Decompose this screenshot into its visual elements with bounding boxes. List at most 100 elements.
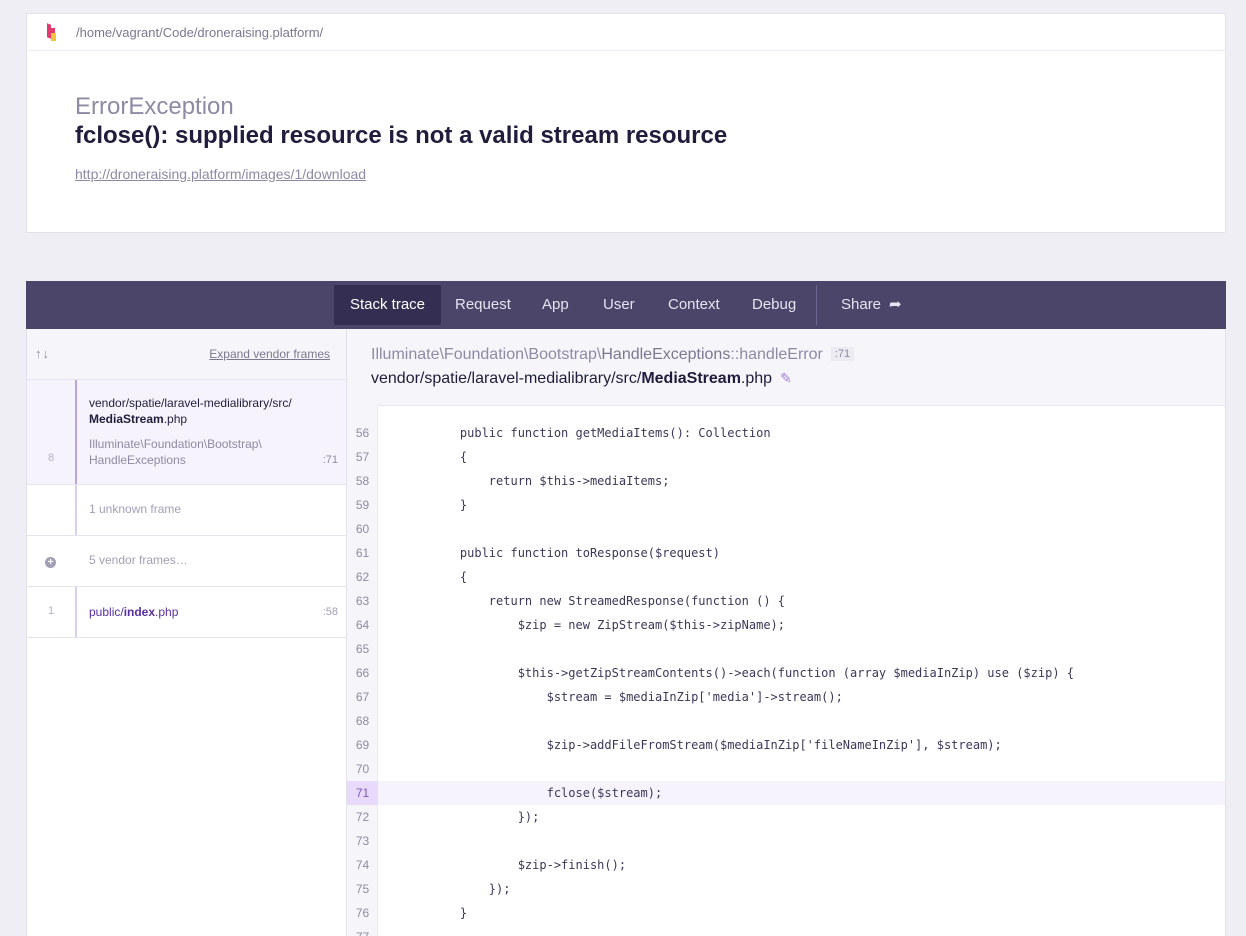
frame-file-path: public/: [89, 605, 124, 619]
detail-file-path: vendor/spatie/laravel-medialibrary/src/: [371, 370, 642, 387]
code-line-highlighted: 71 fclose($stream);: [347, 781, 1225, 805]
frame-detail-header: Illuminate\Foundation\Bootstrap\HandleEx…: [347, 329, 1225, 406]
code-text: {: [431, 450, 468, 464]
tab-bar: Stack trace Request App User Context Deb…: [26, 281, 1226, 329]
code-line: 60: [347, 517, 1225, 541]
line-number[interactable]: 68: [347, 709, 378, 733]
line-number[interactable]: 64: [347, 613, 378, 637]
tab-app[interactable]: App: [526, 285, 585, 325]
line-number[interactable]: 76: [347, 901, 378, 925]
code-line: 58 return $this->mediaItems;: [347, 469, 1225, 493]
frame-file-path: vendor/spatie/laravel-medialibrary/src/: [89, 396, 292, 410]
code-line: 63 return new StreamedResponse(function …: [347, 589, 1225, 613]
code-text: $zip->addFileFromStream($mediaInZip['fil…: [431, 738, 1002, 752]
vendor-frames-collapsed[interactable]: + 5 vendor frames…: [27, 536, 346, 587]
line-number[interactable]: 61: [347, 541, 378, 565]
code-line: 74 $zip->finish();: [347, 853, 1225, 877]
frame-class-name: HandleExceptions: [89, 453, 186, 467]
line-number[interactable]: 63: [347, 589, 378, 613]
code-text: fclose($stream);: [431, 786, 663, 800]
code-text: $stream = $mediaInZip['media']->stream()…: [431, 690, 843, 704]
stack-frame-selected[interactable]: 8 vendor/spatie/laravel-medialibrary/src…: [27, 380, 346, 485]
frame-rail: [75, 380, 77, 484]
code-line: 75 });: [347, 877, 1225, 901]
frame-file: vendor/spatie/laravel-medialibrary/src/ …: [89, 395, 292, 427]
line-number[interactable]: 66: [347, 661, 378, 685]
line-number[interactable]: 65: [347, 637, 378, 661]
code-line: 64 $zip = new ZipStream($this->zipName);: [347, 613, 1225, 637]
tab-request[interactable]: Request: [439, 285, 527, 325]
tab-stack-trace[interactable]: Stack trace: [334, 285, 442, 325]
code-text: }: [431, 906, 468, 920]
frame-line-number: :58: [322, 606, 338, 618]
frame-number: 8: [47, 452, 55, 464]
sort-arrows-icon[interactable]: ↑↓: [35, 346, 50, 361]
code-text: return new StreamedResponse(function () …: [431, 594, 786, 608]
tab-user[interactable]: User: [587, 285, 651, 325]
stack-frame-app[interactable]: 1 public/index.php :58: [27, 587, 346, 638]
code-line: 69 $zip->addFileFromStream($mediaInZip['…: [347, 733, 1225, 757]
line-number[interactable]: 77: [347, 925, 378, 936]
detail-file-ext: .php: [740, 370, 773, 387]
tab-debug[interactable]: Debug: [736, 285, 812, 325]
code-text: });: [431, 882, 511, 896]
code-line: 77: [347, 925, 1225, 936]
line-number[interactable]: 75: [347, 877, 378, 901]
frames-header: ↑↓ Expand vendor frames: [27, 329, 346, 380]
code-text: $zip = new ZipStream($this->zipName);: [431, 618, 786, 632]
code-text: public function toResponse($request): [431, 546, 720, 560]
code-text: {: [431, 570, 468, 584]
code-text: });: [431, 810, 540, 824]
line-number[interactable]: 71: [347, 781, 378, 805]
frame-file: public/index.php: [89, 605, 178, 619]
expand-vendor-frames-link[interactable]: Expand vendor frames: [209, 347, 330, 361]
code-line: 73: [347, 829, 1225, 853]
share-button[interactable]: Share ➦: [825, 285, 918, 325]
line-number[interactable]: 67: [347, 685, 378, 709]
detail-file: vendor/spatie/laravel-medialibrary/src/M…: [371, 370, 792, 388]
vendor-frames-label: 5 vendor frames…: [89, 553, 188, 567]
code-line: 61 public function toResponse($request): [347, 541, 1225, 565]
exception-class: ErrorException: [75, 93, 234, 120]
frame-rail: [75, 587, 77, 637]
frame-class: Illuminate\Foundation\Bootstrap\ HandleE…: [89, 436, 262, 468]
frame-line-number: :71: [322, 454, 338, 466]
frame-file-name: MediaStream: [89, 412, 164, 426]
detail-file-name: MediaStream: [641, 370, 741, 387]
code-line: 76 }: [347, 901, 1225, 925]
flare-logo-icon: [46, 22, 58, 42]
line-number[interactable]: 56: [347, 421, 378, 445]
line-number[interactable]: 59: [347, 493, 378, 517]
code-text: public function getMediaItems(): Collect…: [431, 426, 771, 440]
code-text: $this->getZipStreamContents()->each(func…: [431, 666, 1074, 680]
line-number[interactable]: 69: [347, 733, 378, 757]
stack-frames-panel: ↑↓ Expand vendor frames 8 vendor/spatie/…: [26, 329, 347, 936]
line-number[interactable]: 62: [347, 565, 378, 589]
line-number[interactable]: 57: [347, 445, 378, 469]
detail-class-path: Illuminate\Foundation\Bootstrap\: [371, 346, 602, 363]
exception-header: ErrorException fclose(): supplied resour…: [26, 50, 1226, 233]
line-number[interactable]: 74: [347, 853, 378, 877]
line-number[interactable]: 73: [347, 829, 378, 853]
line-number[interactable]: 60: [347, 517, 378, 541]
request-url-link[interactable]: http://droneraising.platform/images/1/do…: [75, 166, 366, 182]
frame-file-ext: .php: [155, 605, 179, 619]
frame-file-name: index: [123, 605, 156, 619]
code-line: 67 $stream = $mediaInZip['media']->strea…: [347, 685, 1225, 709]
detail-line-badge: :71: [830, 347, 855, 361]
tab-context[interactable]: Context: [652, 285, 736, 325]
tab-divider: [816, 285, 817, 325]
exception-message: fclose(): supplied resource is not a val…: [75, 122, 728, 149]
edit-pencil-icon[interactable]: ✎: [780, 370, 792, 387]
code-line: 62 {: [347, 565, 1225, 589]
code-line: 56 public function getMediaItems(): Coll…: [347, 421, 1225, 445]
line-number[interactable]: 70: [347, 757, 378, 781]
code-line: 65: [347, 637, 1225, 661]
unknown-frame-label: 1 unknown frame: [89, 502, 182, 516]
code-line: 72 });: [347, 805, 1225, 829]
code-text: $zip->finish();: [431, 858, 627, 872]
unknown-frame[interactable]: 1 unknown frame: [27, 485, 346, 536]
line-number[interactable]: 72: [347, 805, 378, 829]
line-number[interactable]: 58: [347, 469, 378, 493]
code-line: 59 }: [347, 493, 1225, 517]
